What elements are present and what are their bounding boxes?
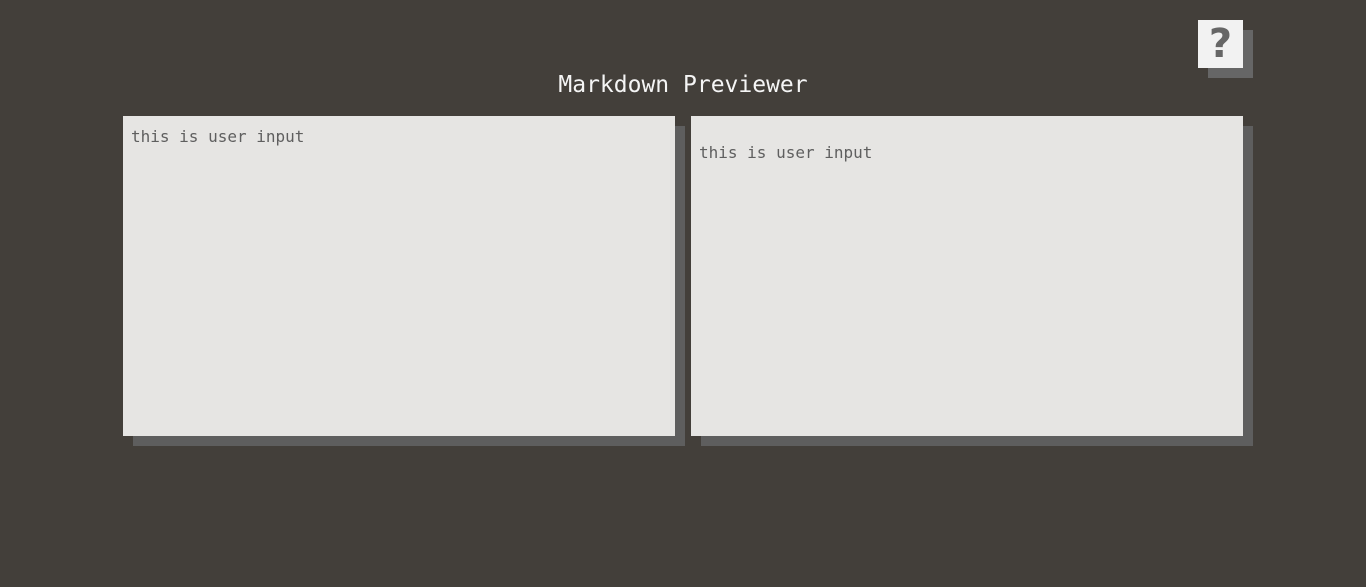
- markdown-editor-input[interactable]: [123, 116, 675, 436]
- preview-content: this is user input: [691, 116, 1243, 163]
- help-button[interactable]: ?: [1198, 20, 1243, 68]
- preview-paragraph: this is user input: [699, 143, 873, 162]
- question-mark-icon: ?: [1208, 21, 1233, 67]
- preview-pane: this is user input: [691, 116, 1243, 436]
- editor-pane: [123, 116, 675, 436]
- page-title: Markdown Previewer: [558, 72, 808, 98]
